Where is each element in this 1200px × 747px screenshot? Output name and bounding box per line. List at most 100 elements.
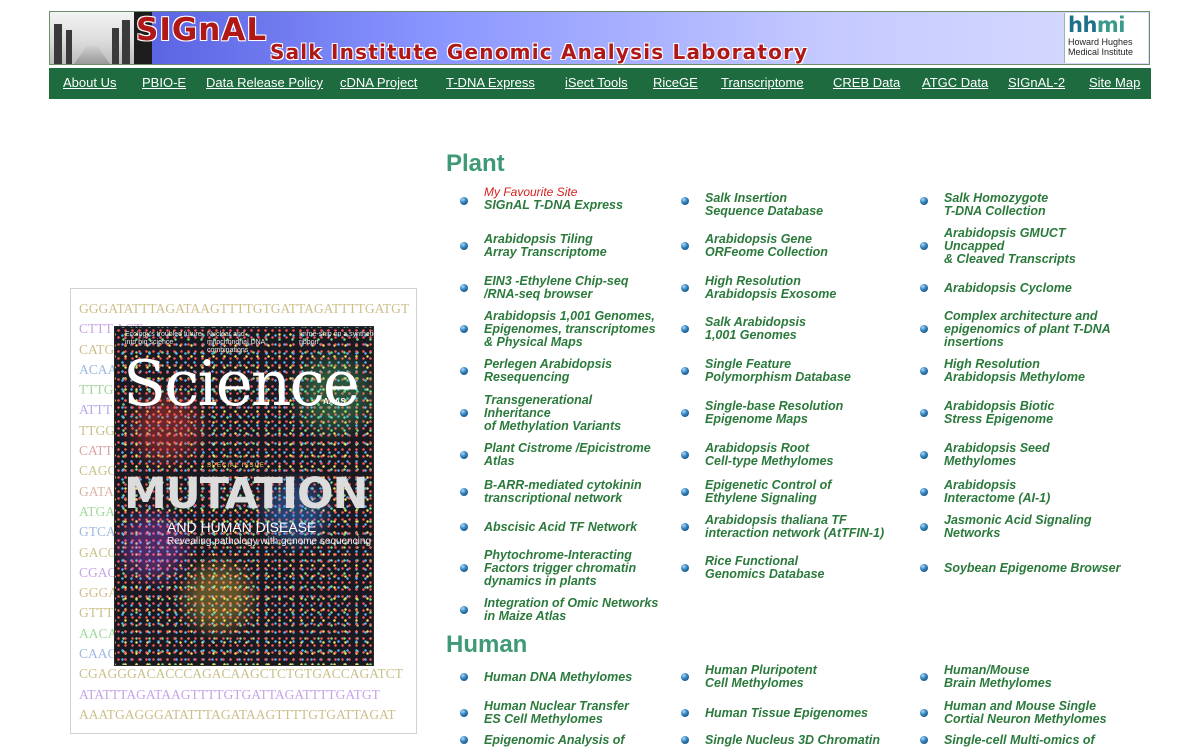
bullet-icon	[920, 367, 928, 375]
nav-signal-2[interactable]: SIGnAL-2	[1008, 75, 1065, 90]
link-label[interactable]: Single Nucleus 3D Chromatin	[705, 733, 880, 747]
link-label[interactable]: Arabidopsis Biotic Stress Epigenome	[944, 400, 1054, 426]
link-label[interactable]: Human DNA Methylomes	[484, 670, 632, 684]
bullet-icon	[681, 325, 689, 333]
bullet-icon	[681, 409, 689, 417]
link-label[interactable]: Transgenerational Inheritance of Methyla…	[484, 393, 621, 433]
bullet-icon	[460, 523, 468, 531]
link-label[interactable]: High Resolution Arabidopsis Exosome	[705, 275, 836, 301]
link-label[interactable]: Single-base Resolution Epigenome Maps	[705, 400, 843, 426]
bullet-icon	[681, 197, 689, 205]
nav-site-map[interactable]: Site Map	[1089, 75, 1140, 90]
link-label[interactable]: Salk Arabidopsis 1,001 Genomes	[705, 316, 806, 342]
banner-subtitle: Salk Institute Genomic Analysis Laborato…	[270, 40, 809, 64]
site-banner[interactable]: SIGnAL Salk Institute Genomic Analysis L…	[49, 11, 1150, 65]
main-nav: About Us PBIO-E Data Release Policy cDNA…	[49, 68, 1151, 99]
nav-ricege[interactable]: RiceGE	[653, 75, 698, 90]
bullet-icon	[460, 451, 468, 459]
link-label[interactable]: Arabidopsis Tiling Array Transcriptome	[484, 233, 607, 259]
link-label[interactable]: Arabidopsis Cyclome	[944, 281, 1072, 295]
bullet-icon	[681, 736, 689, 744]
bullet-icon	[681, 709, 689, 717]
link-label[interactable]: Human/Mouse Brain Methylomes	[944, 664, 1052, 690]
dna-line: AAATGAGGGATATTTAGATAAGTTTTGTGATTAGAT	[79, 706, 396, 722]
dna-line: ATATTTAGATAAGTTTTGTGATTAGATTTTGATGT	[79, 686, 380, 702]
link-label[interactable]: Complex architecture and epigenomics of …	[944, 309, 1111, 349]
link-label[interactable]: EIN3 -Ethylene Chip-seq /RNA-seq browser	[484, 275, 628, 301]
bullet-icon	[460, 673, 468, 681]
section-title-human: Human	[446, 631, 528, 658]
link-label[interactable]: Salk Insertion Sequence Database	[705, 192, 823, 218]
nav-t-dna-express[interactable]: T-DNA Express	[446, 75, 535, 90]
link-label[interactable]: Arabidopsis Seed Methylomes	[944, 442, 1050, 468]
link-label[interactable]: Plant Cistrome /Epicistrome Atlas	[484, 442, 651, 468]
link-label[interactable]: Phytochrome-Interacting Factors trigger …	[484, 548, 636, 588]
bullet-icon	[460, 242, 468, 250]
bullet-icon	[681, 488, 689, 496]
bullet-icon	[460, 709, 468, 717]
nav-cdna-project[interactable]: cDNA Project	[340, 75, 417, 90]
link-label[interactable]: Salk Homozygote T-DNA Collection	[944, 192, 1048, 218]
bullet-icon	[460, 284, 468, 292]
cover-teaser-right: Imme-ship on a synthetic ribbon	[299, 331, 377, 346]
bullet-icon	[681, 564, 689, 572]
link-label[interactable]: Jasmonic Acid Signaling Networks	[944, 514, 1092, 540]
link-label[interactable]: Human Nuclear Transfer ES Cell Methylome…	[484, 700, 629, 726]
link-label[interactable]: Soybean Epigenome Browser	[944, 561, 1120, 575]
bullet-icon	[920, 284, 928, 292]
cover-teaser-left: Ecology's troubled future into big scien…	[125, 331, 202, 346]
science-cover-panel[interactable]: GGGATATTTAGATAAGTTTTGTGATTAGATTTTGATGT CT…	[70, 288, 417, 734]
link-label[interactable]: High Resolution Arabidopsis Methylome	[944, 358, 1085, 384]
link-label[interactable]: Perlegen Arabidopsis Resequencing	[484, 358, 612, 384]
nav-about-us[interactable]: About Us	[63, 75, 116, 90]
nav-isect-tools[interactable]: iSect Tools	[565, 75, 628, 90]
link-label[interactable]: Human and Mouse Single Cortial Neuron Me…	[944, 700, 1107, 726]
link-label[interactable]: Abscisic Acid TF Network	[484, 520, 637, 534]
nav-data-release-policy[interactable]: Data Release Policy	[206, 75, 323, 90]
nav-pbio-e[interactable]: PBIO-E	[142, 75, 186, 90]
bullet-icon	[460, 736, 468, 744]
link-label[interactable]: Arabidopsis Root Cell-type Methylomes	[705, 442, 834, 468]
link-label[interactable]: Arabidopsis 1,001 Genomes, Epigenomes, t…	[484, 309, 656, 349]
banner-title: SIGnAL	[136, 12, 268, 48]
cover-headline: MUTATION	[124, 469, 369, 519]
link-label[interactable]: Arabidopsis Gene ORFeome Collection	[705, 233, 828, 259]
link-label[interactable]: Integration of Omic Networks in Maize At…	[484, 597, 658, 623]
hhmi-name-line2: Medical Institute	[1068, 47, 1134, 57]
bullet-icon	[920, 709, 928, 717]
link-label[interactable]: Single-cell Multi-omics of	[944, 733, 1095, 747]
link-label[interactable]: Human Pluripotent Cell Methylomes	[705, 664, 817, 690]
bullet-icon	[681, 242, 689, 250]
bullet-icon	[920, 451, 928, 459]
bullet-icon	[681, 523, 689, 531]
nav-creb-data[interactable]: CREB Data	[833, 75, 900, 90]
science-magazine-cover[interactable]: Ecology's troubled future into big scien…	[115, 327, 377, 665]
link-label[interactable]: Arabidopsis GMUCT Uncapped & Cleaved Tra…	[944, 226, 1076, 266]
cover-masthead: Science	[123, 347, 360, 420]
link-label[interactable]: B-ARR-mediated cytokinin transcriptional…	[484, 479, 642, 505]
bullet-icon	[920, 197, 928, 205]
bullet-icon	[920, 488, 928, 496]
bullet-icon	[460, 488, 468, 496]
link-label[interactable]: Epigenomic Analysis of	[484, 733, 625, 747]
link-label[interactable]: Rice Functional Genomics Database	[705, 555, 825, 581]
link-label[interactable]: Epigenetic Control of Ethylene Signaling	[705, 479, 831, 505]
bullet-icon	[681, 673, 689, 681]
cover-publisher: AAAS	[323, 397, 346, 406]
bullet-icon	[460, 564, 468, 572]
link-label[interactable]: Arabidopsis Interactome (AI-1)	[944, 479, 1050, 505]
bullet-icon	[920, 409, 928, 417]
bullet-icon	[460, 409, 468, 417]
link-label[interactable]: Human Tissue Epigenomes	[705, 706, 868, 720]
hhmi-logo-text-a: hh	[1068, 13, 1097, 37]
bullet-icon	[920, 736, 928, 744]
link-label[interactable]: Arabidopsis thaliana TF interaction netw…	[705, 514, 884, 540]
bullet-icon	[460, 606, 468, 614]
nav-transcriptome[interactable]: Transcriptome	[721, 75, 804, 90]
bullet-icon	[920, 523, 928, 531]
hhmi-logo[interactable]: hhmi Howard Hughes Medical Institute	[1064, 13, 1148, 63]
link-label[interactable]: SIGnAL T-DNA Express	[484, 198, 623, 212]
link-label[interactable]: Single Feature Polymorphism Database	[705, 358, 851, 384]
nav-atgc-data[interactable]: ATGC Data	[922, 75, 988, 90]
cover-tagline: Revealing pathology with genome sequenci…	[167, 536, 372, 547]
